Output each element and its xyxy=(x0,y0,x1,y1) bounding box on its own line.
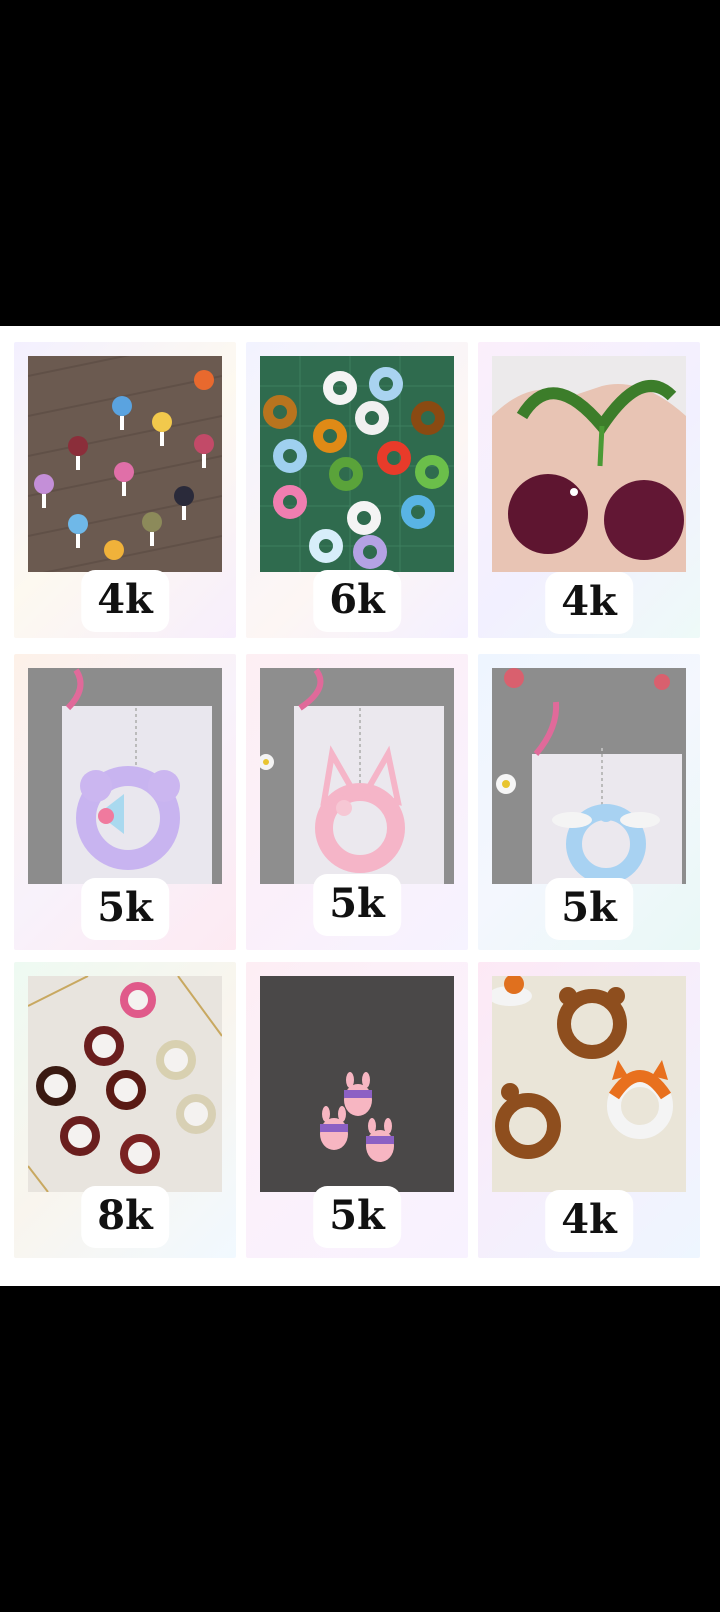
collage-panel: 4k 6k 4k 5k 5k 5k 8k 5k 4k xyxy=(0,326,720,1286)
bear-fox-rings-photo xyxy=(492,976,686,1192)
view-count-label: 8k xyxy=(81,1186,169,1248)
card-purple-mouse-keychain[interactable]: 5k xyxy=(14,654,236,950)
card-lollipop-keychains[interactable]: 4k xyxy=(14,342,236,638)
view-count-label: 5k xyxy=(81,878,169,940)
view-count-label: 4k xyxy=(545,1190,633,1252)
card-bear-fox-rings[interactable]: 4k xyxy=(478,962,700,1258)
view-count-label: 5k xyxy=(545,878,633,940)
view-count-label: 4k xyxy=(81,570,169,632)
bottom-letterbox xyxy=(0,1286,720,1612)
blue-puppy-keychain-photo xyxy=(492,668,686,884)
cherry-pipe-cleaner-photo xyxy=(492,356,686,572)
card-bear-mirror-charms[interactable]: 8k xyxy=(14,962,236,1258)
view-count-label: 6k xyxy=(313,570,401,632)
card-animal-wreath-charms[interactable]: 6k xyxy=(246,342,468,638)
view-count-label: 5k xyxy=(313,874,401,936)
lollipop-keychains-photo xyxy=(28,356,222,572)
purple-mouse-keychain-photo xyxy=(28,668,222,884)
card-blue-puppy-keychain[interactable]: 5k xyxy=(478,654,700,950)
card-cherry-pipe-cleaner[interactable]: 4k xyxy=(478,342,700,638)
view-count-label: 5k xyxy=(313,1186,401,1248)
pink-bunny-charms-photo xyxy=(260,976,454,1192)
bear-mirror-charms-photo xyxy=(28,976,222,1192)
card-pink-cat-keychain[interactable]: 5k xyxy=(246,654,468,950)
card-pink-bunny-charms[interactable]: 5k xyxy=(246,962,468,1258)
view-count-label: 4k xyxy=(545,572,633,634)
top-letterbox xyxy=(0,0,720,326)
animal-wreath-charms-photo xyxy=(260,356,454,572)
pink-cat-keychain-photo xyxy=(260,668,454,884)
